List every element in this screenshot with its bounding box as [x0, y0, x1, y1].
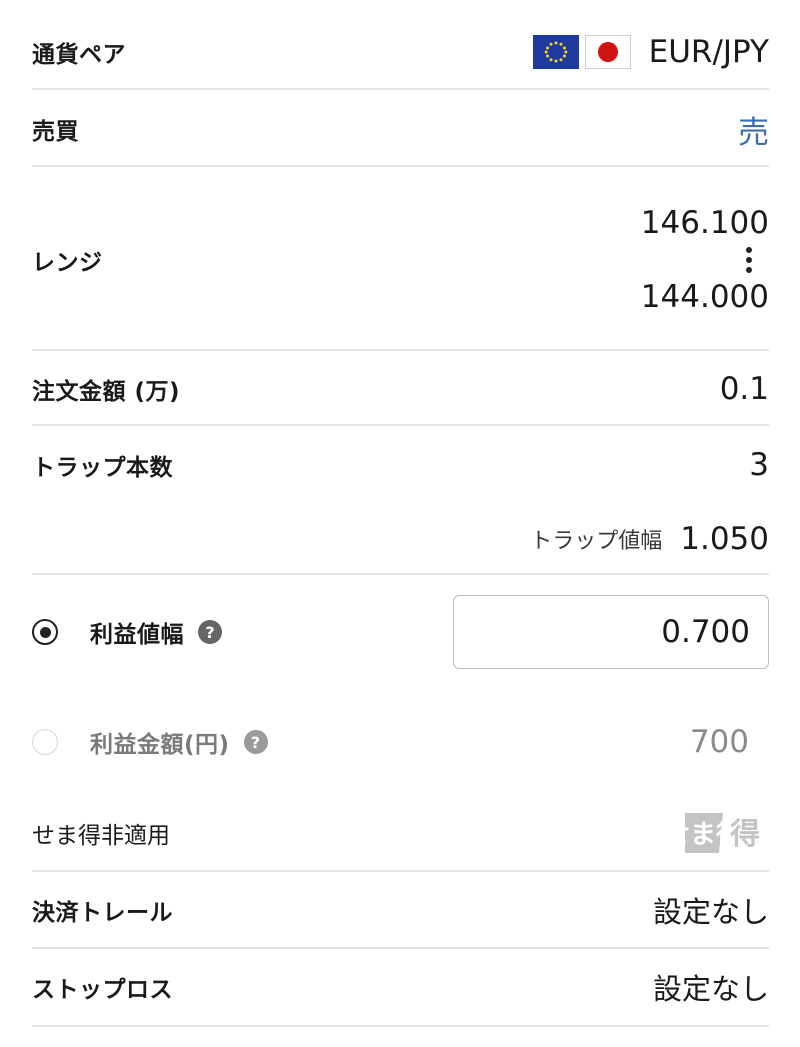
semadoku-badge-icon: せま得 得 [683, 810, 769, 856]
order-settings-page: 通貨ペア EUR/JPY 売買 売 レンジ 146.100 144.000 注文… [0, 0, 800, 1047]
question-circle-icon[interactable]: ? [243, 730, 268, 754]
divider [32, 349, 769, 351]
stop-loss-value: 設定なし [652, 972, 769, 1006]
currency-pair-text: EUR/JPY [648, 34, 769, 70]
divider [32, 947, 769, 949]
currency-pair-label: 通貨ペア [32, 42, 126, 68]
profit-width-label: 利益値幅 [90, 622, 184, 648]
divider [32, 870, 769, 872]
divider [32, 165, 769, 167]
eu-flag-icon [532, 35, 579, 69]
vertical-ellipsis-icon [729, 246, 769, 274]
range-row[interactable]: レンジ 146.100 144.000 [32, 190, 769, 330]
order-amount-row[interactable]: 注文金額 (万) 0.1 [32, 366, 769, 412]
trail-settlement-row[interactable]: 決済トレール 設定なし [32, 887, 769, 933]
trap-count-value: 3 [749, 447, 769, 483]
svg-text:得: 得 [729, 817, 760, 852]
range-label: レンジ [32, 250, 103, 276]
profit-width-input[interactable]: 0.700 [453, 595, 769, 669]
trap-count-row[interactable]: トラップ本数 3 [32, 442, 769, 488]
profit-amount-option[interactable]: 利益金額(円) ? [32, 725, 268, 759]
currency-pair-value: EUR/JPY [532, 34, 769, 70]
profit-width-row: 利益値幅 ? 0.700 [32, 594, 769, 670]
semadoku-label: せま得非適用 [32, 823, 170, 849]
side-label: 売買 [32, 119, 79, 145]
stop-loss-label: ストップロス [32, 977, 173, 1003]
range-values: 146.100 144.000 [641, 200, 769, 320]
trail-settlement-label: 決済トレール [32, 900, 173, 926]
side-row[interactable]: 売買 売 [32, 106, 769, 152]
trap-count-label: トラップ本数 [32, 455, 173, 481]
japan-flag-icon [584, 35, 631, 69]
trap-width-row: トラップ値幅 1.050 [32, 516, 769, 562]
trail-settlement-value: 設定なし [652, 895, 769, 929]
divider [32, 573, 769, 575]
question-circle-icon[interactable]: ? [198, 620, 222, 644]
semadoku-row: せま得非適用 せま得 得 [32, 808, 769, 858]
order-amount-value: 0.1 [719, 371, 769, 407]
stop-loss-row[interactable]: ストップロス 設定なし [32, 964, 769, 1010]
profit-amount-row: 利益金額(円) ? 700 [32, 719, 769, 765]
profit-amount-radio[interactable] [32, 729, 58, 755]
divider [32, 88, 769, 90]
side-value: 売 [738, 114, 769, 151]
range-upper-value: 146.100 [640, 205, 769, 241]
trap-width-label: トラップ値幅 [530, 529, 663, 554]
order-amount-label: 注文金額 (万) [32, 379, 181, 405]
profit-width-option[interactable]: 利益値幅 ? [32, 615, 222, 649]
currency-pair-row[interactable]: 通貨ペア EUR/JPY [32, 26, 769, 78]
profit-width-radio[interactable] [32, 619, 58, 645]
divider [32, 424, 769, 426]
trap-width-value: 1.050 [680, 521, 769, 557]
range-lower-value: 144.000 [640, 279, 769, 315]
divider [32, 1025, 769, 1027]
profit-amount-label: 利益金額(円) [90, 732, 230, 758]
profit-amount-value: 700 [689, 724, 749, 760]
